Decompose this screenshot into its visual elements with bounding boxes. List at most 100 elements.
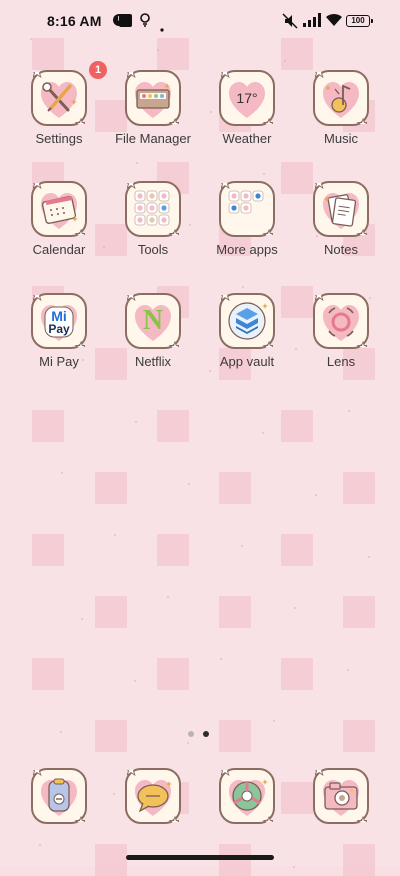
app-label: Tools	[137, 242, 169, 257]
decor-star-icon	[168, 815, 179, 822]
app-lens[interactable]: Lens	[294, 293, 388, 393]
camera-icon	[315, 770, 367, 822]
app-label: Settings	[35, 131, 83, 146]
decor-star-icon	[168, 340, 179, 347]
folder-tray-icon	[127, 72, 179, 124]
app-icon-frame	[219, 181, 275, 237]
app-label: Notes	[324, 242, 358, 257]
decor-star-icon	[315, 183, 324, 190]
decor-star-icon	[356, 228, 367, 235]
phone-icon	[33, 770, 85, 822]
media-stop-icon	[119, 14, 132, 32]
decor-star-icon	[221, 72, 230, 79]
weather-temperature: 17°	[236, 90, 258, 106]
wallpaper-speck	[315, 494, 317, 496]
app-icon-frame: N	[125, 293, 181, 349]
app-icon-frame: 17°	[219, 70, 275, 126]
wallpaper-speck	[81, 618, 83, 620]
wallpaper-speck	[284, 60, 286, 62]
location-pin-icon	[139, 13, 151, 32]
app-settings[interactable]: Settings 1	[12, 61, 107, 170]
decor-star-icon	[74, 228, 85, 235]
wifi-icon	[325, 13, 343, 32]
app-label: App vault	[219, 354, 275, 369]
app-file-manager[interactable]: File Manager	[106, 70, 200, 170]
more-apps-folder-icon	[221, 183, 273, 235]
wallpaper-tile	[32, 534, 64, 566]
decor-star-icon	[127, 770, 136, 777]
mi-pay-logo-bottom: Pay	[48, 322, 70, 336]
app-app-vault[interactable]: App vault	[200, 293, 294, 393]
decor-star-icon	[356, 815, 367, 822]
wallpaper-tile	[343, 720, 375, 752]
wallpaper-speck	[294, 607, 296, 609]
wallpaper-tile	[343, 472, 375, 504]
notes-icon	[315, 183, 367, 235]
page-dot-2-active[interactable]	[203, 731, 209, 737]
wallpaper-tile	[281, 410, 313, 442]
netflix-logo: N	[142, 305, 164, 336]
wallpaper-speck	[220, 658, 222, 660]
decor-star-icon	[168, 228, 179, 235]
decor-star-icon	[262, 228, 273, 235]
app-weather[interactable]: 17° Weather	[200, 70, 294, 170]
decor-star-icon	[356, 340, 367, 347]
decor-star-icon	[356, 117, 367, 124]
decor-star-icon	[127, 295, 136, 302]
wallpaper-speck	[368, 556, 370, 558]
app-icon-frame	[313, 293, 369, 349]
wallpaper-speck	[187, 742, 189, 744]
wallpaper-tile	[95, 596, 127, 628]
wallpaper-speck	[61, 472, 63, 474]
app-vault-icon	[221, 295, 273, 347]
decor-star-icon	[221, 770, 230, 777]
notification-badge: 1	[89, 61, 107, 79]
app-music[interactable]: Music	[294, 70, 388, 170]
wallpaper-speck	[114, 534, 116, 536]
wallpaper-tile	[32, 658, 64, 690]
app-netflix[interactable]: N Netflix	[106, 293, 200, 393]
app-icon-frame	[31, 768, 87, 824]
app-notes[interactable]: Notes	[294, 181, 388, 281]
wallpaper-speck	[188, 483, 190, 485]
wallpaper-tile	[95, 472, 127, 504]
decor-star-icon	[168, 117, 179, 124]
dock-phone[interactable]	[12, 768, 106, 868]
app-icon-frame	[219, 293, 275, 349]
app-label: Music	[324, 131, 358, 146]
decor-star-icon	[315, 72, 324, 79]
app-tools[interactable]: Tools	[106, 181, 200, 281]
dock-messages[interactable]	[106, 768, 200, 868]
wallpaper-tile	[95, 720, 127, 752]
app-mi-pay[interactable]: Mi Pay Mi Pay	[12, 293, 106, 393]
dock-camera[interactable]	[294, 768, 388, 868]
decor-star-icon	[74, 340, 85, 347]
app-more-apps[interactable]: More apps	[200, 181, 294, 281]
wallpaper-tile	[281, 534, 313, 566]
app-label: Lens	[326, 354, 356, 369]
dock-browser[interactable]	[200, 768, 294, 868]
page-dot-1[interactable]	[188, 731, 194, 737]
mute-vibrate-icon	[282, 13, 298, 34]
wallpaper-speck	[242, 286, 244, 288]
app-label: Calendar	[32, 242, 86, 257]
app-icon-frame: Mi Pay	[31, 293, 87, 349]
lens-icon	[315, 295, 367, 347]
app-icon-frame	[313, 181, 369, 237]
wallpaper-tile	[281, 658, 313, 690]
app-label: Mi Pay	[39, 354, 79, 369]
decor-star-icon	[221, 183, 230, 190]
battery-icon: 100	[346, 15, 373, 27]
app-icon-frame	[125, 181, 181, 237]
wallpaper-speck	[347, 669, 349, 671]
app-label: More apps	[216, 242, 278, 257]
signal-icon	[303, 13, 321, 32]
wallpaper-speck	[134, 680, 136, 682]
wallpaper-tile	[343, 596, 375, 628]
app-calendar[interactable]: Calendar	[12, 181, 106, 281]
gesture-home-bar[interactable]	[126, 855, 274, 860]
wallpaper-speck	[135, 421, 137, 423]
wallpaper-speck	[273, 720, 275, 722]
app-icon-frame	[313, 768, 369, 824]
wallpaper-speck	[241, 545, 243, 547]
